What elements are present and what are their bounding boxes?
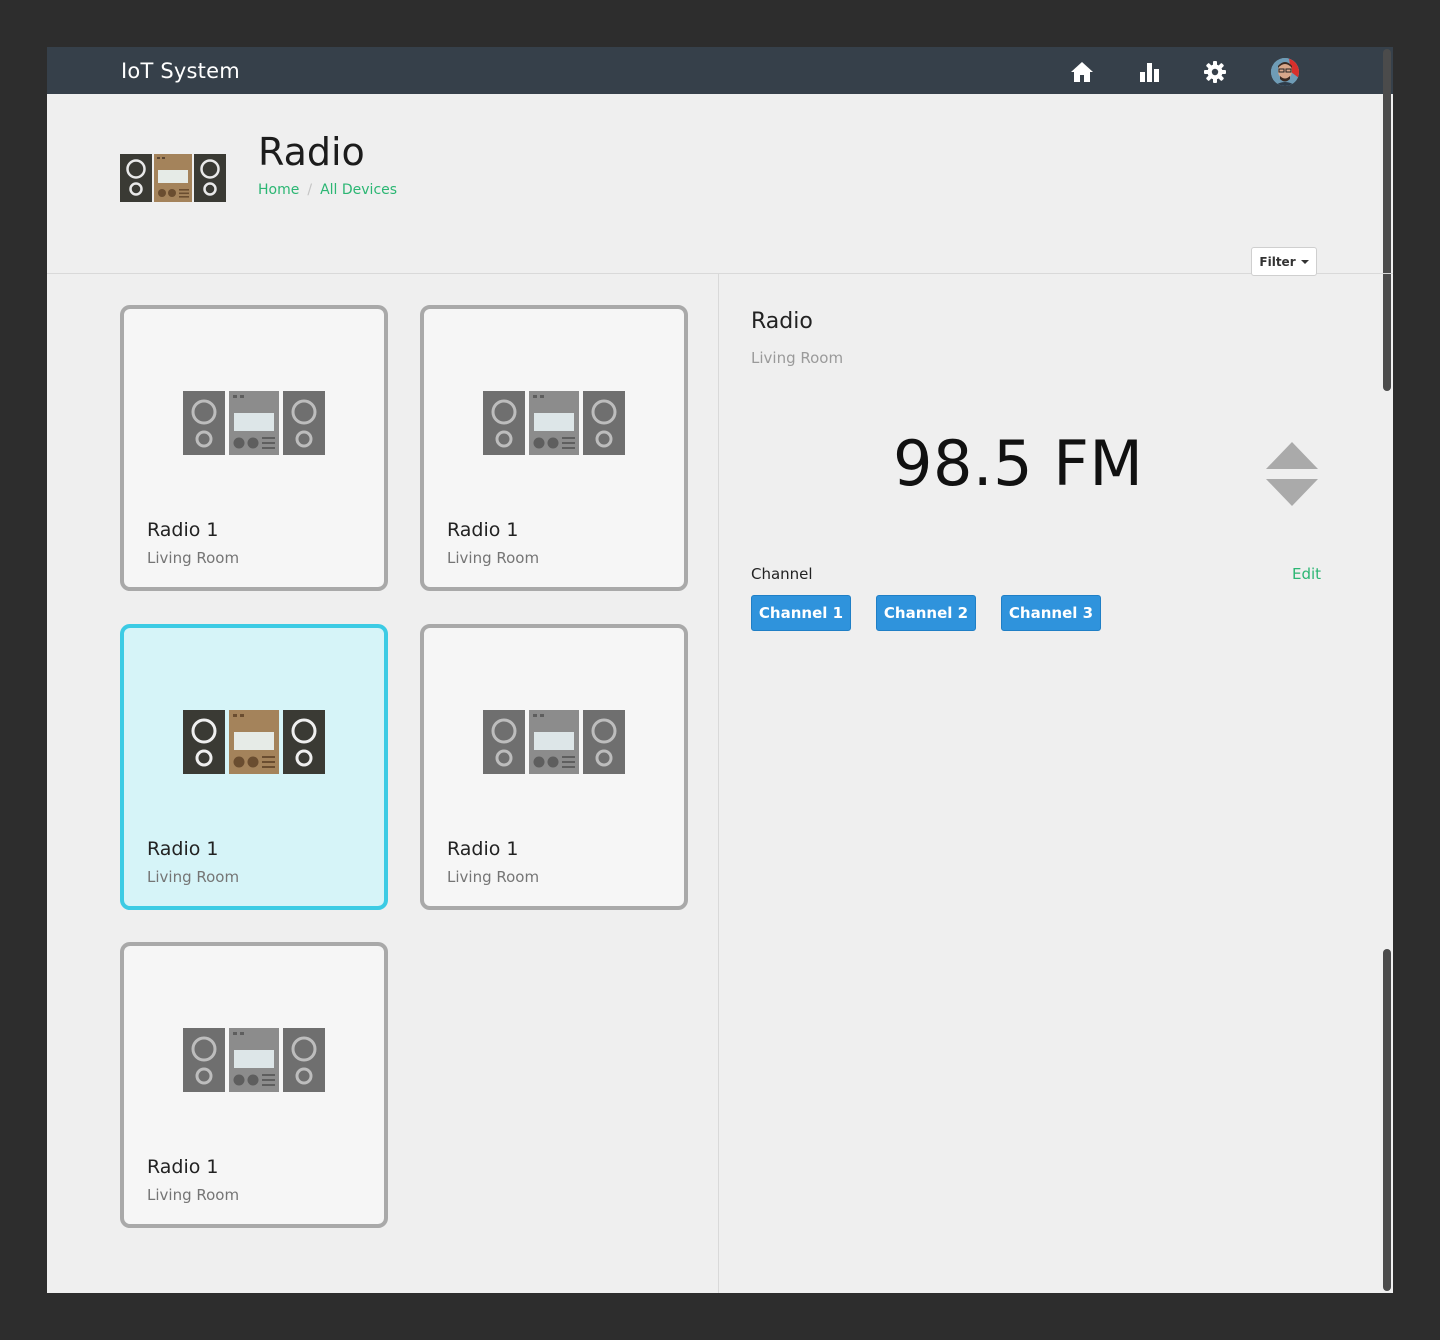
frequency-display: 98.5 FM bbox=[893, 427, 1144, 500]
breadcrumb: Home / All Devices bbox=[258, 182, 397, 198]
bar-chart-icon[interactable] bbox=[1137, 60, 1161, 84]
user-avatar[interactable] bbox=[1271, 58, 1299, 86]
channel-1-button[interactable]: Channel 1 bbox=[751, 595, 851, 631]
breadcrumb-all-devices[interactable]: All Devices bbox=[320, 182, 397, 198]
edit-channels-link[interactable]: Edit bbox=[1292, 565, 1321, 583]
radio-icon bbox=[120, 154, 226, 206]
device-name: Radio 1 bbox=[147, 519, 219, 541]
tune-down-icon[interactable] bbox=[1266, 479, 1318, 506]
caret-down-icon bbox=[1300, 259, 1309, 264]
page-header: Radio Home / All Devices Filter bbox=[47, 94, 1393, 276]
radio-icon bbox=[183, 1028, 325, 1096]
detail-title: Radio bbox=[751, 309, 813, 334]
device-room: Living Room bbox=[447, 868, 540, 886]
channel-3-button[interactable]: Channel 3 bbox=[1001, 595, 1101, 631]
device-room: Living Room bbox=[147, 1186, 240, 1204]
radio-icon bbox=[183, 391, 325, 459]
device-name: Radio 1 bbox=[447, 519, 519, 541]
scrollbar-bottom[interactable] bbox=[1383, 949, 1391, 1291]
device-room: Living Room bbox=[147, 868, 240, 886]
device-name: Radio 1 bbox=[147, 1156, 219, 1178]
radio-icon bbox=[483, 391, 625, 459]
filter-label: Filter bbox=[1259, 254, 1296, 269]
breadcrumb-separator: / bbox=[307, 182, 313, 198]
device-name: Radio 1 bbox=[147, 838, 219, 860]
device-room: Living Room bbox=[147, 549, 240, 567]
device-card[interactable]: Radio 1 Living Room bbox=[420, 624, 688, 910]
top-navbar: IoT System bbox=[47, 47, 1393, 94]
detail-room: Living Room bbox=[751, 349, 844, 367]
channel-2-button[interactable]: Channel 2 bbox=[876, 595, 976, 631]
tuner-control bbox=[1264, 442, 1320, 512]
device-card[interactable]: Radio 1 Living Room bbox=[420, 305, 688, 591]
device-card[interactable]: Radio 1 Living Room bbox=[120, 942, 388, 1228]
device-card[interactable]: Radio 1 Living Room bbox=[120, 624, 388, 910]
page-title: Radio bbox=[258, 130, 365, 174]
app-title: IoT System bbox=[121, 59, 240, 83]
device-card[interactable]: Radio 1 Living Room bbox=[120, 305, 388, 591]
panel-divider bbox=[718, 274, 719, 1293]
tune-up-icon[interactable] bbox=[1266, 442, 1318, 469]
radio-icon bbox=[183, 710, 325, 778]
breadcrumb-home[interactable]: Home bbox=[258, 182, 299, 198]
device-name: Radio 1 bbox=[447, 838, 519, 860]
home-icon[interactable] bbox=[1070, 60, 1094, 84]
gear-icon[interactable] bbox=[1203, 60, 1227, 84]
filter-button[interactable]: Filter bbox=[1251, 247, 1317, 276]
radio-icon bbox=[483, 710, 625, 778]
app-window: IoT System Radio Home / All Devices Filt… bbox=[47, 47, 1393, 1293]
device-room: Living Room bbox=[447, 549, 540, 567]
channel-label: Channel bbox=[751, 565, 813, 583]
